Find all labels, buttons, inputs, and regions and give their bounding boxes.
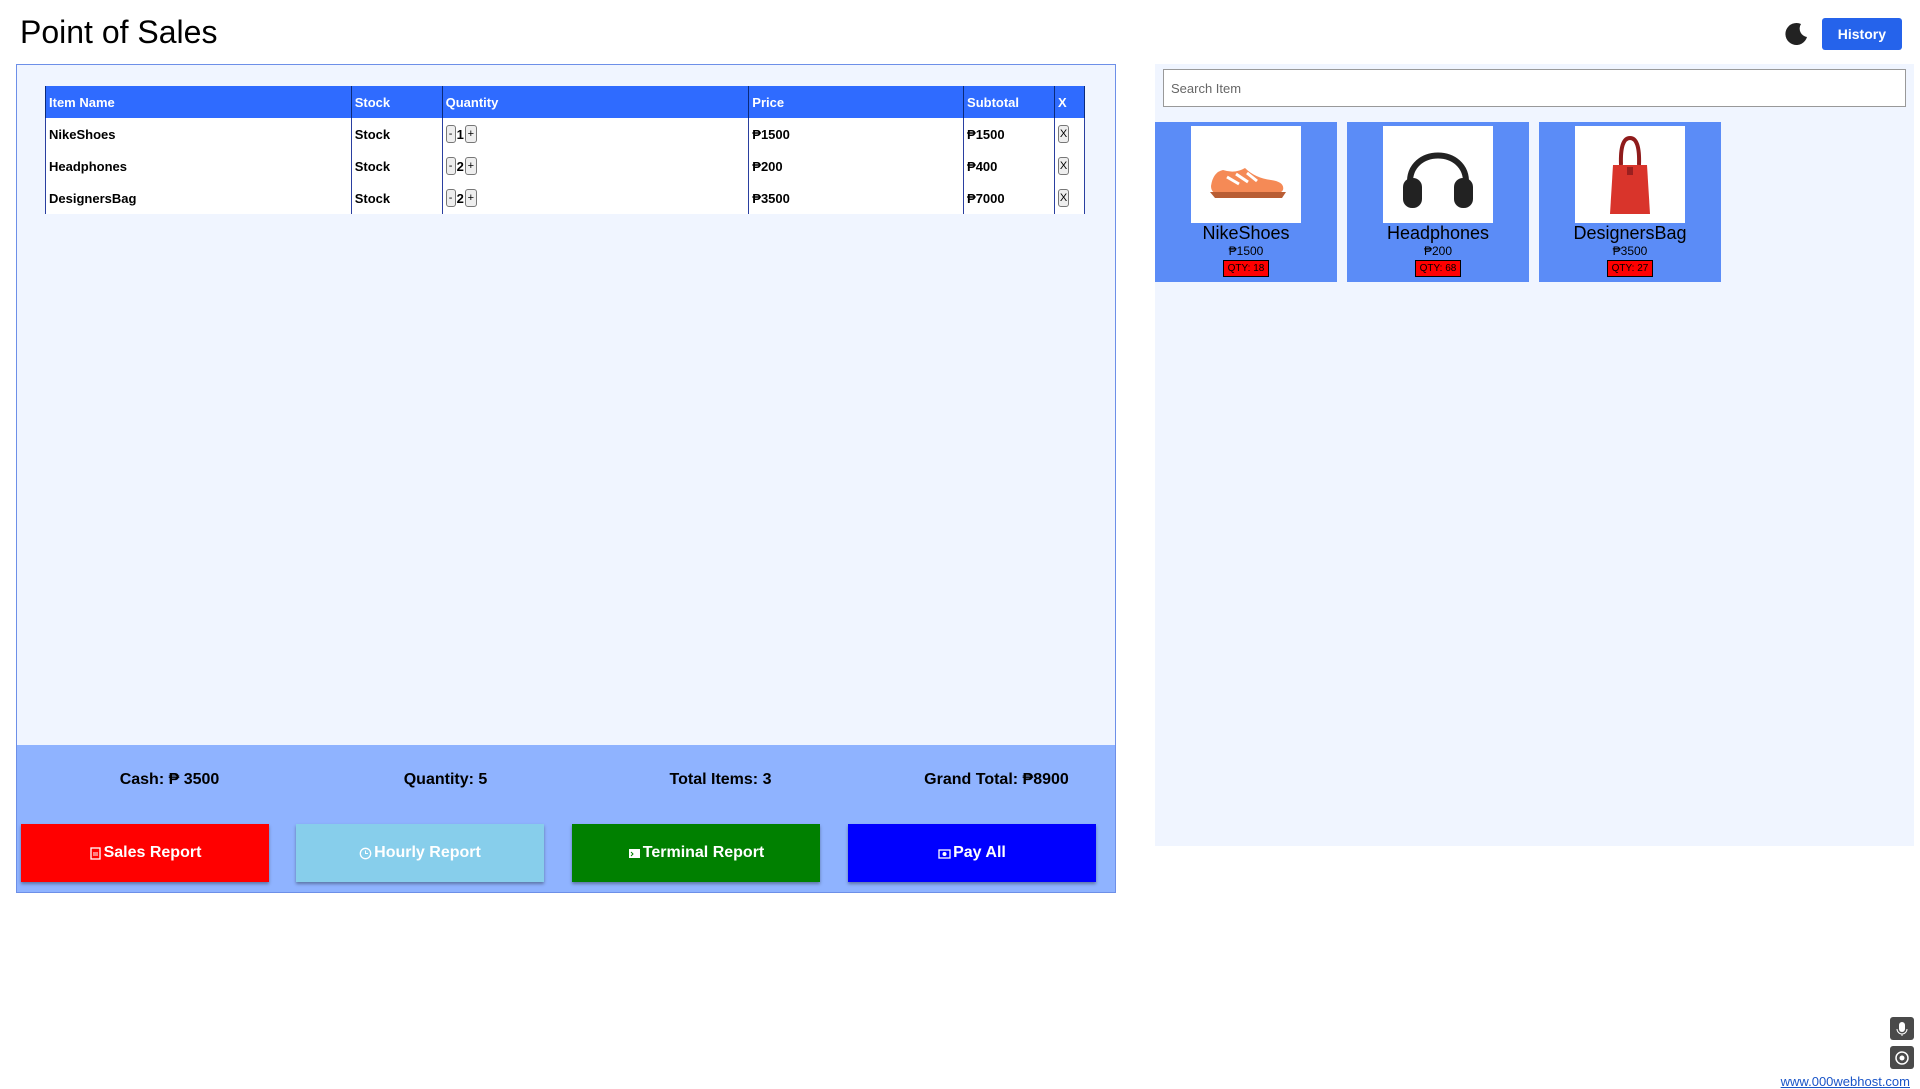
item-subtotal: ₱7000 xyxy=(963,182,1055,214)
product-name: NikeShoes xyxy=(1202,223,1290,243)
item-remove-cell: X xyxy=(1054,118,1086,150)
catalog-panel: NikeShoes ₱1500 QTY: 18 Headphones ₱200 … xyxy=(1155,64,1914,846)
hourly-report-label: Hourly Report xyxy=(374,844,481,861)
stock-badge: QTY: 68 xyxy=(1415,260,1461,277)
decrease-quantity-button[interactable]: - xyxy=(445,157,456,175)
product-grid: NikeShoes ₱1500 QTY: 18 Headphones ₱200 … xyxy=(1155,122,1721,282)
item-stock: Stock xyxy=(351,182,443,214)
clock-icon xyxy=(359,847,372,860)
product-name: Headphones xyxy=(1386,223,1490,243)
moon-icon[interactable] xyxy=(1784,21,1810,47)
column-stock: Stock xyxy=(351,86,443,118)
product-price: ₱1500 xyxy=(1228,244,1264,258)
product-image xyxy=(1191,126,1301,223)
product-card[interactable]: Headphones ₱200 QTY: 68 xyxy=(1347,122,1529,282)
quantity-value: 2 xyxy=(456,190,464,206)
increase-quantity-button[interactable]: + xyxy=(464,125,477,143)
target-icon[interactable] xyxy=(1890,1046,1914,1069)
top-actions: History xyxy=(1784,18,1902,50)
item-quantity-cell: -2 + xyxy=(442,150,750,182)
product-card[interactable]: NikeShoes ₱1500 QTY: 18 xyxy=(1155,122,1337,282)
search-input[interactable] xyxy=(1163,69,1906,107)
remove-item-button[interactable]: X xyxy=(1057,125,1069,143)
product-image xyxy=(1383,126,1493,223)
item-price: ₱1500 xyxy=(748,118,965,150)
terminal-report-label: Terminal Report xyxy=(642,844,765,861)
item-name: Headphones xyxy=(45,150,352,182)
summary-stats: Cash: ₱ 3500 Quantity: 5 Total Items: 3 … xyxy=(17,771,1115,797)
item-subtotal: ₱1500 xyxy=(963,118,1055,150)
column-quantity: Quantity xyxy=(442,86,750,118)
item-stock: Stock xyxy=(351,118,443,150)
item-quantity-cell: -1 + xyxy=(442,118,750,150)
grand-total: Grand Total: ₱8900 xyxy=(924,771,1069,788)
document-icon xyxy=(89,846,102,860)
cart-table: Item Name Stock Quantity Price Subtotal … xyxy=(45,86,1086,214)
item-name: NikeShoes xyxy=(45,118,352,150)
footer-link[interactable]: www.000webhost.com xyxy=(1781,1074,1910,1089)
quantity-total: Quantity: 5 xyxy=(403,771,488,788)
cart-panel: Item Name Stock Quantity Price Subtotal … xyxy=(16,64,1116,893)
product-price: ₱200 xyxy=(1423,244,1453,258)
table-row: NikeShoes Stock -1 + ₱1500 ₱1500 X xyxy=(45,118,1086,150)
item-price: ₱200 xyxy=(748,150,965,182)
product-name: DesignersBag xyxy=(1573,223,1687,243)
hourly-report-button[interactable]: Hourly Report xyxy=(296,824,544,882)
remove-item-button[interactable]: X xyxy=(1057,157,1069,175)
increase-quantity-button[interactable]: + xyxy=(464,189,477,207)
table-row: DesignersBag Stock -2 + ₱3500 ₱7000 X xyxy=(45,182,1086,214)
decrease-quantity-button[interactable]: - xyxy=(445,189,456,207)
item-stock: Stock xyxy=(351,150,443,182)
item-remove-cell: X xyxy=(1054,150,1086,182)
page-title: Point of Sales xyxy=(20,14,218,50)
history-button[interactable]: History xyxy=(1821,18,1902,50)
item-quantity-cell: -2 + xyxy=(442,182,750,214)
remove-item-button[interactable]: X xyxy=(1057,189,1069,207)
stock-badge: QTY: 27 xyxy=(1607,260,1653,277)
total-items: Total Items: 3 xyxy=(669,771,772,788)
column-remove: X xyxy=(1054,86,1086,118)
handbag-icon xyxy=(1610,135,1650,214)
increase-quantity-button[interactable]: + xyxy=(464,157,477,175)
terminal-icon xyxy=(628,847,641,860)
product-image xyxy=(1575,126,1685,223)
item-remove-cell: X xyxy=(1054,182,1086,214)
item-subtotal: ₱400 xyxy=(963,150,1055,182)
column-subtotal: Subtotal xyxy=(963,86,1055,118)
stock-badge: QTY: 18 xyxy=(1223,260,1269,277)
headphones-icon xyxy=(1403,152,1473,208)
pay-all-button[interactable]: Pay All xyxy=(848,824,1096,882)
quantity-value: 2 xyxy=(456,158,464,174)
cash-total: Cash: ₱ 3500 xyxy=(119,771,220,788)
pay-all-label: Pay All xyxy=(953,844,1006,861)
shoe-icon xyxy=(1210,167,1286,198)
product-card[interactable]: DesignersBag ₱3500 QTY: 27 xyxy=(1539,122,1721,282)
column-price: Price xyxy=(748,86,965,118)
quantity-value: 1 xyxy=(456,126,464,142)
sales-report-button[interactable]: Sales Report xyxy=(21,824,269,882)
microphone-icon[interactable] xyxy=(1890,1017,1914,1040)
summary-bar: Cash: ₱ 3500 Quantity: 5 Total Items: 3 … xyxy=(17,745,1115,892)
cash-icon xyxy=(938,847,951,860)
table-row: Headphones Stock -2 + ₱200 ₱400 X xyxy=(45,150,1086,182)
terminal-report-button[interactable]: Terminal Report xyxy=(572,824,820,882)
item-name: DesignersBag xyxy=(45,182,352,214)
item-price: ₱3500 xyxy=(748,182,965,214)
sales-report-label: Sales Report xyxy=(103,844,202,861)
decrease-quantity-button[interactable]: - xyxy=(445,125,456,143)
product-price: ₱3500 xyxy=(1612,244,1648,258)
column-item-name: Item Name xyxy=(45,86,352,118)
cart-header-row: Item Name Stock Quantity Price Subtotal … xyxy=(45,86,1086,118)
